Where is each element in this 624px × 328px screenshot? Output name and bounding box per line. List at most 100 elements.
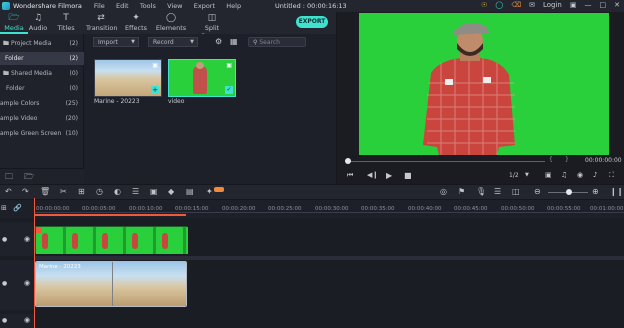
- maximize-icon[interactable]: □: [600, 1, 607, 9]
- filter-icon[interactable]: ⚙: [215, 37, 222, 46]
- search-input[interactable]: ⚲ Search: [248, 37, 306, 47]
- zoom-in-icon[interactable]: ⊕: [592, 187, 599, 196]
- person-head: [196, 62, 204, 69]
- ruler-tick: 00:00:10:00: [129, 206, 163, 212]
- zoom-out-icon[interactable]: ⊖: [534, 187, 541, 196]
- keyframe-icon[interactable]: ◆: [168, 187, 174, 196]
- redo-icon[interactable]: ↷: [22, 187, 29, 196]
- rewind-icon[interactable]: ⏮: [347, 171, 353, 180]
- eye-icon[interactable]: ◉: [24, 235, 30, 243]
- speed-icon[interactable]: ◷: [96, 187, 103, 196]
- media-item-video[interactable]: ▣ ✓: [168, 59, 236, 97]
- menu-export[interactable]: Export: [194, 2, 215, 10]
- ruler-tick: 00:00:05:00: [82, 206, 116, 212]
- sidebar-item-folder[interactable]: Folder (2): [0, 52, 84, 65]
- sidebar-item-sample-green-screen[interactable]: ample Green Screen (10): [0, 127, 84, 140]
- lock-icon[interactable]: ●: [2, 317, 7, 324]
- record-dropdown[interactable]: Record ▼: [148, 37, 198, 47]
- menu-tools[interactable]: Tools: [140, 2, 156, 10]
- mark-in-icon[interactable]: {: [549, 156, 553, 163]
- lock-icon[interactable]: ●: [2, 280, 7, 287]
- track-head-audio: ● ◉: [0, 314, 34, 328]
- tab-split-screen[interactable]: ◫ Split Screen: [194, 12, 230, 40]
- undo-icon[interactable]: ↶: [5, 187, 12, 196]
- sidebar-item-shared-media[interactable]: 🖿 Shared Media (0): [0, 67, 84, 80]
- close-icon[interactable]: ✕: [614, 1, 620, 9]
- snap-icon[interactable]: ◫: [512, 187, 520, 196]
- crop-icon[interactable]: ⊞: [78, 187, 85, 196]
- step-back-icon[interactable]: ◀❙: [367, 171, 378, 179]
- timeline-ruler[interactable]: ⊞ 🔗 00:00:00:00 00:00:05:00 00:00:10:00 …: [0, 200, 624, 218]
- menu-edit[interactable]: Edit: [116, 2, 129, 10]
- login-link[interactable]: Login: [543, 1, 562, 9]
- minimize-icon[interactable]: —: [585, 1, 592, 9]
- save-icon[interactable]: ▣: [570, 1, 577, 9]
- clip-person-frame: [162, 233, 168, 249]
- export-button[interactable]: EXPORT: [296, 16, 328, 28]
- voiceover-icon[interactable]: ☰: [494, 187, 501, 196]
- media-item-marine[interactable]: ▣ +: [94, 59, 162, 97]
- add-icon[interactable]: +: [151, 86, 159, 94]
- menu-help[interactable]: Help: [226, 2, 241, 10]
- zoom-slider-handle[interactable]: [566, 189, 572, 195]
- menu-file[interactable]: File: [94, 2, 105, 10]
- stop-icon[interactable]: ■: [404, 171, 412, 180]
- color-icon[interactable]: ◐: [114, 187, 121, 196]
- grid-view-icon[interactable]: ▦: [230, 37, 238, 46]
- tab-transition[interactable]: ⇄ Transition: [86, 12, 117, 34]
- scrub-handle[interactable]: [345, 158, 351, 164]
- add-track-icon[interactable]: ⊞: [1, 204, 7, 212]
- tab-titles[interactable]: T Titles: [52, 12, 80, 34]
- notification-icon[interactable]: ✉: [529, 1, 535, 9]
- snapshot-icon[interactable]: ◉: [577, 171, 583, 179]
- timeline-clip-marine[interactable]: Marine - 20223: [35, 261, 187, 307]
- lock-icon[interactable]: ●: [2, 236, 7, 243]
- tab-effects[interactable]: ✦ Effects: [122, 12, 150, 34]
- fullscreen-icon[interactable]: ⛶: [609, 171, 614, 180]
- playback-scrubber[interactable]: { } 00:00:00:00: [337, 156, 624, 168]
- folder-open-icon[interactable]: 🗁: [24, 171, 34, 185]
- ai-tool-icon[interactable]: ✦: [206, 187, 213, 196]
- monitor-icon[interactable]: ▣: [545, 171, 552, 179]
- sidebar-item-sample-colors[interactable]: ample Colors (25): [0, 97, 84, 110]
- title-bar: Wondershare Filmora File Edit Tools View…: [0, 0, 624, 12]
- playhead[interactable]: [34, 198, 35, 328]
- cart-icon[interactable]: ⌫: [511, 1, 521, 9]
- eye-icon[interactable]: ◉: [24, 279, 30, 287]
- media-item-label: video: [168, 98, 185, 105]
- audio-icon[interactable]: ♪: [593, 171, 597, 179]
- ruler-baseline: [34, 212, 624, 213]
- tab-audio[interactable]: ♫ Audio: [24, 12, 52, 34]
- headset-icon[interactable]: ◯: [495, 1, 503, 9]
- ruler-tick: 00:00:35:00: [361, 206, 395, 212]
- page-indicator[interactable]: 1/2: [509, 172, 519, 179]
- mark-out-icon[interactable]: }: [565, 156, 569, 163]
- fit-icon[interactable]: ▣: [150, 187, 158, 196]
- tab-elements[interactable]: ◯ Elements: [154, 12, 188, 34]
- new-folder-icon[interactable]: 🗀: [5, 171, 13, 185]
- timeline-tracks: ● ◉ ● ◉ ● ◉ Marine - 20223: [0, 218, 624, 328]
- play-icon[interactable]: ▶: [386, 171, 392, 180]
- sidebar-item-project-media[interactable]: 🖿 Project Media (2): [0, 37, 84, 50]
- sidebar-item-sample-video[interactable]: ample Video (20): [0, 112, 84, 125]
- cut-icon[interactable]: ✂: [60, 187, 67, 196]
- menu-view[interactable]: View: [167, 2, 182, 10]
- delete-icon[interactable]: 🗑: [40, 187, 50, 196]
- media-item-label: Marine - 20223: [94, 98, 140, 105]
- clip-person-frame: [42, 233, 48, 249]
- render-icon[interactable]: ◎: [440, 187, 447, 196]
- sidebar-item-shared-folder[interactable]: Folder (0): [0, 82, 84, 95]
- volume-icon[interactable]: ♫: [561, 171, 567, 179]
- import-dropdown[interactable]: Import ▼: [93, 37, 139, 47]
- adjust-icon[interactable]: ☰: [132, 187, 139, 196]
- chevron-down-icon[interactable]: ▼: [525, 172, 529, 178]
- equalizer-icon[interactable]: ▤: [186, 187, 194, 196]
- marker-icon[interactable]: ⚑: [458, 187, 465, 196]
- check-icon[interactable]: ✓: [225, 86, 233, 94]
- timeline-clip-green-screen[interactable]: [35, 226, 188, 254]
- link-icon[interactable]: 🔗: [13, 204, 22, 212]
- pause-icon[interactable]: ❙❙: [610, 187, 623, 196]
- eye-icon[interactable]: ◉: [24, 316, 30, 324]
- lightbulb-icon[interactable]: ☉: [481, 1, 487, 9]
- microphone-icon[interactable]: 🎙: [476, 187, 486, 196]
